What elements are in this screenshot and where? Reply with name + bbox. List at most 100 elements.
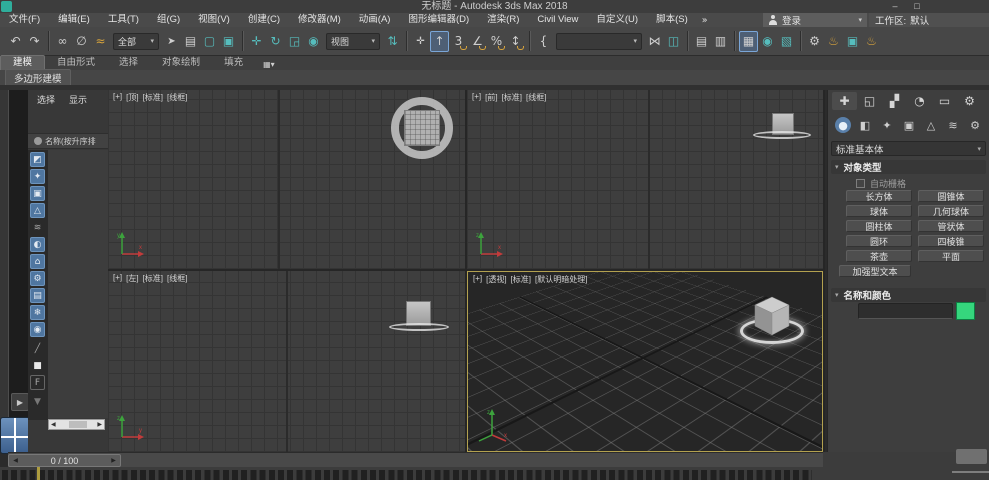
viewport-pov-label[interactable]: [前] [485,92,497,103]
viewport-shading-label[interactable]: [线框] [167,92,187,103]
menu-item-graph-editors[interactable]: 图形编辑器(D) [399,13,478,27]
menu-item-create[interactable]: 创建(C) [239,13,289,27]
spinner-snap-icon[interactable]: ↕ [506,31,525,52]
object-name-field[interactable] [858,303,953,319]
viewport-standard-label[interactable]: [标准] [143,92,163,103]
maximize-button[interactable]: □ [908,0,926,12]
menu-item-file[interactable]: 文件(F) [0,13,49,27]
filter-camera-dome-icon[interactable]: ⌂ [30,254,45,269]
filter-containers-icon[interactable]: ▤ [30,288,45,303]
shapes-category-icon[interactable]: ◧ [854,116,876,134]
unlink-icon[interactable]: ∅ [72,31,91,52]
select-by-name-icon[interactable]: ▤ [181,31,200,52]
track-bar[interactable] [0,467,823,480]
viewport-pov-label[interactable]: [透视] [486,274,506,285]
viewport-shading-label[interactable]: [线框] [167,273,187,284]
viewport-standard-label[interactable]: [标准] [502,92,522,103]
select-scale-icon[interactable]: ◲ [285,31,304,52]
percent-snap-icon[interactable]: % [487,31,506,52]
object-color-swatch[interactable] [956,302,975,320]
layer-manager-icon[interactable]: ▥ [711,31,730,52]
utilities-tab-icon[interactable]: ⚙ [957,92,982,110]
viewport-left[interactable]: [+] [左] [标准] [线框] z y [108,271,465,452]
filter-objects-icon[interactable]: ■ [30,358,45,373]
viewport-menu-icon[interactable]: [+] [113,273,122,284]
panel-resize-handle[interactable] [956,449,987,464]
minimize-button[interactable]: – [886,0,904,12]
viewport-pov-label[interactable]: [左] [126,273,138,284]
select-link-icon[interactable]: ∞ [53,31,72,52]
material-editor-icon[interactable]: ♨ [824,31,843,52]
motion-tab-icon[interactable]: ◔ [907,92,932,110]
filter-hidden-icon[interactable]: ◉ [30,322,45,337]
object-type-rollout[interactable]: ▾ 对象类型 [831,160,986,174]
lights-category-icon[interactable]: ✦ [876,116,898,134]
explorer-horizontal-scrollbar[interactable]: ◀ ▶ [48,419,105,430]
time-slider-handle[interactable]: ◀ 0 / 100 ▶ [8,454,121,467]
menu-item-civil-view[interactable]: Civil View [528,13,587,27]
viewport-standard-label[interactable]: [标准] [511,274,531,285]
ribbon-tab-populate[interactable]: 填充 [212,56,255,70]
redo-icon[interactable]: ↷ [25,31,44,52]
viewport-layout-tab-button[interactable] [0,417,30,454]
select-rotate-icon[interactable]: ↻ [266,31,285,52]
workspace-selector[interactable]: 工作区: 默认 [869,13,989,27]
window-crossing-icon[interactable]: ▣ [219,31,238,52]
ribbon-tab-object-paint[interactable]: 对象绘制 [150,56,212,70]
selection-filter-dropdown[interactable]: 全部 ▾ [113,33,159,50]
filter-funnel-icon[interactable]: ▼ [30,394,45,409]
menu-item-scripting[interactable]: 脚本(S) [647,13,697,27]
select-place-active-icon[interactable]: ↑ [430,31,449,52]
reference-coordinate-dropdown[interactable]: 视图 ▾ [326,33,380,50]
menu-item-animation[interactable]: 动画(A) [350,13,400,27]
select-place-icon[interactable]: ◉ [304,31,323,52]
textplus-button[interactable]: 加强型文本 [839,265,911,277]
use-pivot-center-icon[interactable]: ⇅ [383,31,402,52]
helpers-category-icon[interactable]: △ [920,116,942,134]
viewport-pov-label[interactable]: [顶] [126,92,138,103]
named-selection-sets-dropdown[interactable]: ▾ [556,33,642,50]
display-tab-icon[interactable]: ▭ [932,92,957,110]
spacewarps-category-icon[interactable]: ≋ [942,116,964,134]
time-slider-track[interactable]: ◀ 0 / 100 ▶ [8,452,823,467]
geosphere-button[interactable]: 几何球体 [918,205,984,217]
primitive-category-dropdown[interactable]: 标准基本体 ▾ [831,141,986,156]
systems-category-icon[interactable]: ⚙ [964,116,986,134]
sphere-button[interactable]: 球体 [846,205,912,217]
curve-editor-icon[interactable]: ◉ [758,31,777,52]
viewport-perspective[interactable]: [+] [透视] [标准] [默认明暗处理] z x [467,271,823,452]
filter-spacewarps-icon[interactable]: ≋ [30,220,45,235]
menu-overflow-chevron[interactable]: » [697,15,713,26]
ribbon-toggle-icon[interactable]: ▦ [739,31,758,52]
menu-item-modifiers[interactable]: 修改器(M) [289,13,350,27]
keyboard-override-icon[interactable]: { [534,31,553,52]
dock-flyout-button[interactable]: ▶ [11,393,29,411]
viewport-shading-label[interactable]: [线框] [526,92,546,103]
cylinder-button[interactable]: 圆柱体 [846,220,912,232]
bind-spacewarp-icon[interactable]: ≈ [91,31,110,52]
explorer-tab-select[interactable]: 选择 [37,93,55,107]
angle-snap-icon[interactable]: ∠ [468,31,487,52]
ribbon-tab-freeform[interactable]: 自由形式 [45,56,107,70]
menu-item-group[interactable]: 组(G) [148,13,189,27]
scene-explorer-toggle-icon[interactable]: ▤ [692,31,711,52]
polygon-modeling-panel[interactable]: 多边形建模 [5,69,71,87]
mirror-icon[interactable]: ⋈ [645,31,664,52]
render-setup-icon[interactable]: ⚙ [805,31,824,52]
sign-in-dropdown[interactable]: 登录 ▾ [763,13,867,27]
explorer-tab-display[interactable]: 显示 [69,93,87,107]
explorer-object-list[interactable] [48,150,108,418]
filter-cameras-icon[interactable]: ▣ [30,186,45,201]
rendered-frame-window-icon[interactable]: ▣ [843,31,862,52]
teapot-button[interactable]: 茶壶 [846,250,912,262]
box-object[interactable] [404,110,440,146]
viewport-standard-label[interactable]: [标准] [143,273,163,284]
geometry-category-icon[interactable]: ● [832,116,854,134]
next-frame-icon[interactable]: ▶ [107,457,120,464]
ribbon-tab-modeling[interactable]: 建模 [0,55,45,70]
modify-tab-icon[interactable]: ◱ [857,92,882,110]
cameras-category-icon[interactable]: ▣ [898,116,920,134]
time-marker[interactable] [37,467,40,480]
scroll-right-icon[interactable]: ▶ [95,421,104,428]
undo-icon[interactable]: ↶ [6,31,25,52]
